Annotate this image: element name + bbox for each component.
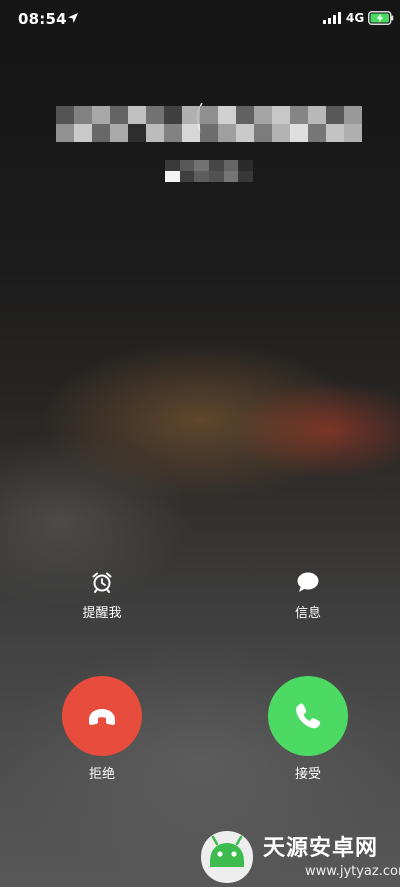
status-time: 08:54 [18,10,67,28]
location-arrow-icon [68,13,78,23]
phone-hangup-icon [89,709,115,725]
accept-label: 接受 [294,767,321,782]
watermark-url: www.jytyaz.com [305,864,400,879]
android-logo-icon [201,831,253,883]
caller-number-redaction [56,106,362,142]
phone-accept-icon [296,703,321,729]
decline-label: 拒绝 [88,767,115,782]
cellular-signal-icon [323,12,341,24]
watermark: 天源安卓网 www.jytyaz.com [195,823,400,887]
status-bar: 08:54 4G [0,0,400,38]
watermark-title: 天源安卓网 [263,836,379,861]
battery-charging-icon [368,11,394,25]
alarm-clock-icon [92,572,112,593]
caller-location-redaction [165,160,253,182]
remind-me-action[interactable]: 提醒我 [52,570,152,621]
message-label: 信息 [294,606,321,621]
decline-button[interactable] [62,676,142,756]
accept-button[interactable] [268,676,348,756]
network-type-label: 4G [346,11,365,25]
remind-me-label: 提醒我 [82,606,122,621]
message-action[interactable]: 信息 [258,570,358,621]
message-bubble-icon [297,572,319,592]
